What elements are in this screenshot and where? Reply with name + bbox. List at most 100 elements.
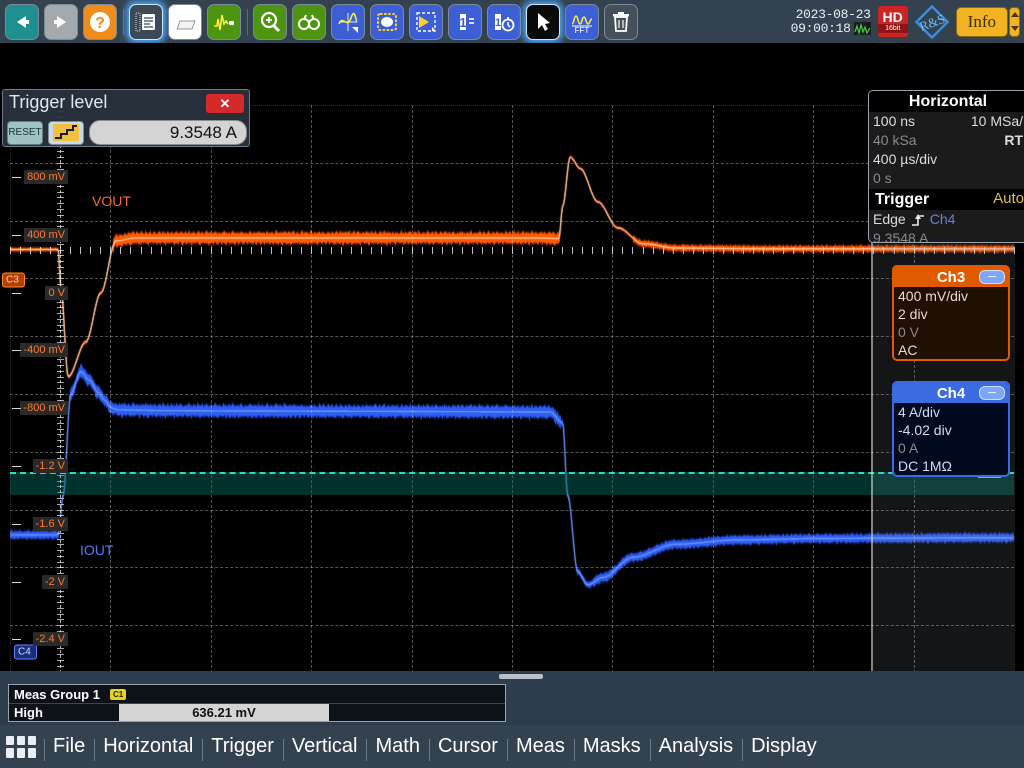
axis-minor-tick — [703, 247, 704, 254]
help-icon[interactable]: ? — [83, 4, 117, 40]
vertical-cursor-icon[interactable]: 1 — [448, 4, 482, 40]
y-axis-tick — [12, 293, 21, 294]
axis-minor-tick — [472, 247, 473, 254]
gridline-vertical — [311, 105, 312, 671]
menu-item-display[interactable]: Display — [742, 735, 826, 758]
axis-minor-tick — [191, 247, 192, 254]
horizontal-trigger-panel[interactable]: Horizontal 100 ns 10 MSa/ 40 kSa RT 400 … — [868, 90, 1024, 243]
ch4-panel[interactable]: Ch4 ─ 4 A/div -4.02 div 0 A DC 1MΩ — [892, 381, 1010, 477]
trigger-mode: Auto — [993, 190, 1024, 207]
trigger-level-value[interactable]: 9.3548 A — [89, 120, 247, 145]
y-axis-tick — [12, 408, 21, 409]
trigger-level-dialog[interactable]: Trigger level ✕ RESET 9.3548 A — [2, 89, 250, 147]
redo-icon[interactable] — [44, 4, 78, 40]
svg-text:1: 1 — [495, 17, 501, 29]
gridline-vertical — [211, 105, 212, 671]
menu-item-vertical[interactable]: Vertical — [283, 735, 367, 758]
horizontal-sample-rate: 10 MSa/ — [971, 112, 1023, 131]
scrollbar-thumb[interactable] — [499, 674, 543, 679]
menu-item-trigger[interactable]: Trigger — [202, 735, 283, 758]
axis-minor-tick — [351, 247, 352, 254]
info-spinner[interactable] — [1009, 7, 1020, 37]
gridline-vertical — [10, 105, 11, 671]
menu-item-meas[interactable]: Meas — [507, 735, 574, 758]
axis-minor-tick — [643, 247, 644, 254]
menu-item-horizontal[interactable]: Horizontal — [94, 735, 202, 758]
axis-minor-tick — [602, 247, 603, 254]
ch3-collapse-icon[interactable]: ─ — [979, 270, 1005, 284]
svg-text:?: ? — [95, 15, 105, 32]
waveform-diagram[interactable]: TA VOUT IOUT C3 C4 800 mV400 mV0 V-400 m… — [0, 43, 1024, 671]
measurement-source-tag[interactable]: C1 — [110, 689, 126, 700]
grid-area[interactable]: TA VOUT IOUT C3 C4 — [10, 105, 1014, 671]
horizontal-acq-mode: RT — [1004, 131, 1023, 150]
select-area-icon[interactable] — [409, 4, 443, 40]
ch3-title: Ch3 ─ — [894, 267, 1008, 287]
ch3-offset-div: 2 div — [898, 305, 1004, 323]
ch4-offset-marker[interactable]: C4 — [14, 645, 37, 660]
info-button[interactable]: Info — [956, 7, 1008, 37]
toolbar-status-group: 2023-08-23 09:00:18 HD 16bit R&S — [791, 0, 1020, 43]
axis-minor-tick — [271, 247, 272, 254]
axis-minor-tick — [572, 247, 573, 254]
screenshot-icon[interactable] — [370, 4, 404, 40]
measurement-table[interactable]: Meas Group 1 C1 High636.21 mV — [8, 684, 506, 722]
measurement-name: High — [9, 705, 119, 720]
axis-minor-tick — [90, 247, 91, 254]
y-axis-label: 400 mV — [24, 228, 68, 242]
menu-item-analysis[interactable]: Analysis — [650, 735, 742, 758]
menu-item-file[interactable]: File — [44, 735, 94, 758]
fft-icon[interactable]: FFT — [565, 4, 599, 40]
close-icon[interactable]: ✕ — [206, 94, 244, 113]
undo-icon[interactable] — [5, 4, 39, 40]
axis-minor-tick — [291, 247, 292, 254]
trigger-panel-title: Trigger — [875, 191, 929, 209]
step-mode-icon[interactable] — [48, 121, 84, 145]
menu-item-masks[interactable]: Masks — [574, 735, 650, 758]
axis-minor-tick — [341, 247, 342, 254]
axis-minor-tick — [663, 247, 664, 254]
find-icon[interactable] — [292, 4, 326, 40]
rohde-schwarz-logo: R&S — [915, 5, 949, 39]
horizontal-scrollbar[interactable] — [10, 672, 1014, 682]
autoset-icon[interactable] — [331, 4, 365, 40]
axis-minor-tick — [632, 247, 633, 254]
open-folder-icon[interactable] — [168, 4, 202, 40]
axis-minor-tick — [733, 247, 734, 254]
axis-minor-tick — [432, 247, 433, 254]
ch3-panel[interactable]: Ch3 ─ 400 mV/div 2 div 0 V AC — [892, 265, 1010, 361]
axis-minor-tick — [683, 247, 684, 254]
pointer-icon[interactable] — [526, 4, 560, 40]
reset-button[interactable]: RESET — [7, 121, 43, 145]
vout-trace-label[interactable]: VOUT — [92, 193, 131, 209]
timer-cursor-icon[interactable]: 1 — [487, 4, 521, 40]
axis-minor-tick — [261, 247, 262, 254]
measurement-row[interactable]: High636.21 mV — [9, 704, 505, 721]
menu-item-math[interactable]: Math — [366, 735, 428, 758]
oscilloscope-app: ?11FFT 2023-08-23 09:00:18 HD 16bit — [0, 0, 1024, 768]
horizontal-panel-title: Horizontal — [869, 91, 1024, 112]
axis-minor-tick — [402, 247, 403, 254]
table-results-icon[interactable] — [129, 4, 163, 40]
zoom-icon[interactable] — [253, 4, 287, 40]
menu-item-cursor[interactable]: Cursor — [429, 735, 507, 758]
apps-grid-icon[interactable] — [6, 736, 36, 758]
trigger-source: Ch4 — [930, 210, 956, 229]
y-axis-tick — [12, 466, 21, 467]
axis-minor-tick — [231, 247, 232, 254]
rising-edge-icon — [910, 213, 926, 227]
menu-item-group: FileHorizontalTriggerVerticalMathCursorM… — [44, 735, 826, 758]
ch3-offset-marker[interactable]: C3 — [2, 273, 25, 288]
delete-icon[interactable] — [604, 4, 638, 40]
y-axis-label: -800 mV — [20, 401, 68, 415]
axis-minor-tick — [813, 247, 814, 254]
date-text: 2023-08-23 — [791, 8, 871, 22]
gridline-vertical — [813, 105, 814, 671]
save-waveform-icon[interactable] — [207, 4, 241, 40]
trigger-zone-band — [10, 472, 1014, 495]
iout-trace-label[interactable]: IOUT — [80, 542, 113, 558]
axis-minor-tick — [622, 247, 623, 254]
axis-minor-tick — [723, 247, 724, 254]
ch4-collapse-icon[interactable]: ─ — [979, 386, 1005, 400]
axis-minor-tick — [151, 247, 152, 254]
